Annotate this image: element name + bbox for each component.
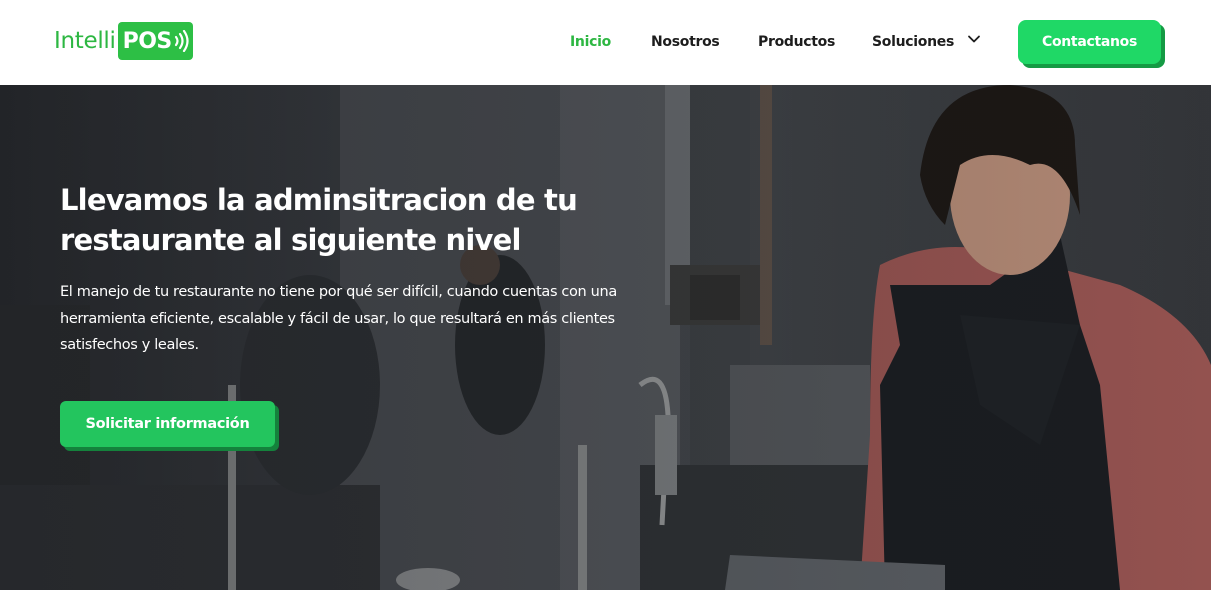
nav-soluciones[interactable]: Soluciones (872, 22, 981, 62)
nav-inicio[interactable]: Inicio (570, 22, 611, 62)
contact-button[interactable]: Contactanos (1018, 20, 1161, 64)
logo[interactable]: Intelli POS (54, 22, 193, 60)
hero-description-line-1: El manejo de tu restaurante no tiene por… (60, 284, 617, 300)
logo-text-intelli: Intelli (54, 28, 116, 54)
signal-waves-icon (173, 30, 189, 52)
nav-soluciones-label: Soluciones (872, 34, 954, 50)
nav-productos[interactable]: Productos (758, 22, 835, 62)
hero-description: El manejo de tu restaurante no tiene por… (60, 279, 660, 359)
hero-section: Llevamos la adminsitracion de tu restaur… (0, 85, 1211, 590)
nav-nosotros[interactable]: Nosotros (651, 22, 720, 62)
hero-description-line-3: satisfechos y leales. (60, 337, 199, 353)
hero-title-line-2: restaurante al siguiente nivel (60, 223, 521, 257)
request-info-button[interactable]: Solicitar información (60, 401, 275, 447)
site-header: Intelli POS Inicio Nosotros Productos So… (0, 0, 1211, 85)
logo-text-pos: POS (122, 28, 173, 54)
hero-title-line-1: Llevamos la adminsitracion de tu (60, 183, 578, 217)
hero-title: Llevamos la adminsitracion de tu restaur… (60, 180, 620, 260)
logo-pos-badge: POS (117, 22, 193, 60)
hero-description-line-2: herramienta eficiente, escalable y fácil… (60, 310, 615, 327)
chevron-down-icon (967, 22, 981, 62)
